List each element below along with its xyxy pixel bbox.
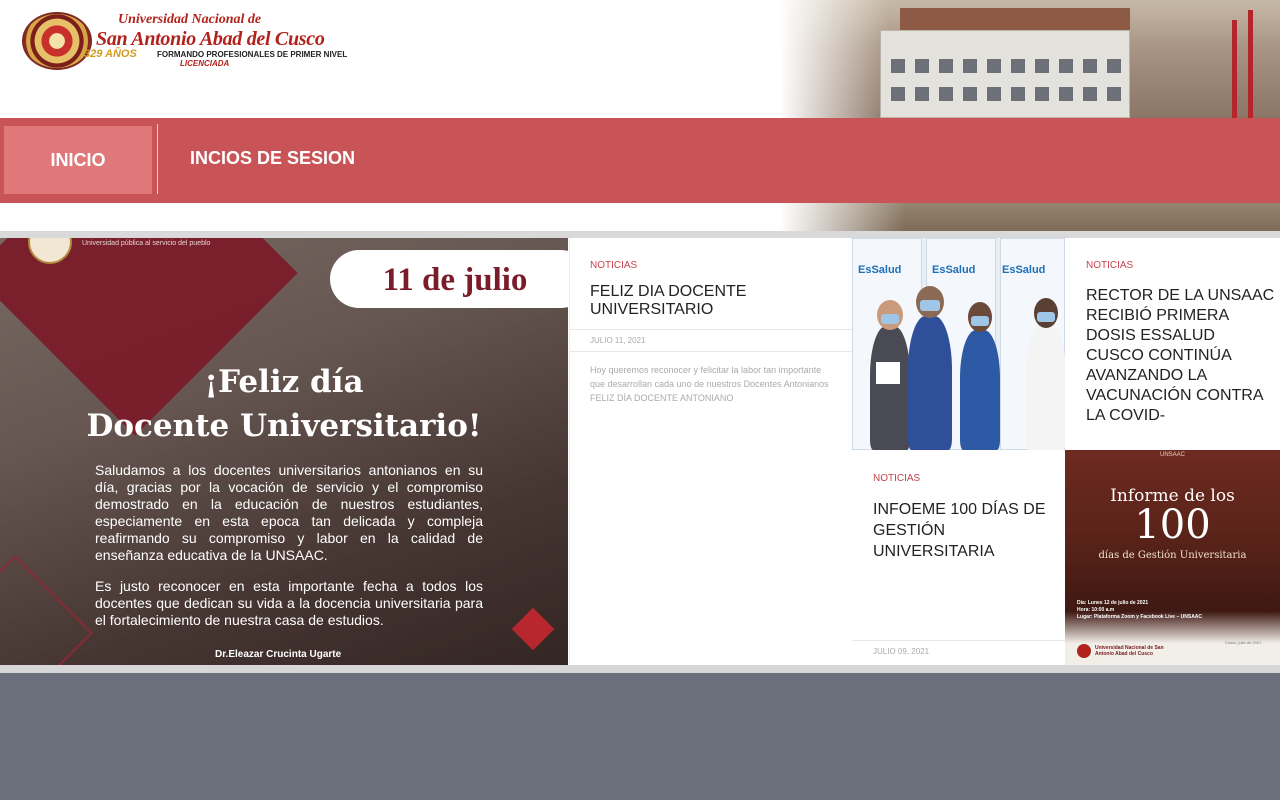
poster-heading-line2: Docente Universitario! [86, 408, 482, 444]
poster-heading: ¡Feliz día Docente Universitario! [0, 360, 568, 448]
news-category-link[interactable]: NOTICIAS [1086, 260, 1133, 271]
person [908, 316, 952, 450]
divider [570, 329, 853, 330]
news-category-link[interactable]: NOTICIAS [590, 260, 637, 271]
informe-time-line: Hora: 10:00 a.m [1077, 607, 1115, 613]
featured-poster[interactable]: Universidad pública al servicio del pueb… [0, 238, 568, 665]
informe-footer-name: Universidad Nacional de San Antonio Abad… [1095, 645, 1164, 657]
red-pillar [1248, 10, 1253, 118]
informe-place-line: Lugar: Plataforma Zoom y Facebook Live –… [1077, 614, 1203, 620]
red-pillar [1232, 20, 1237, 118]
news-grid: Universidad pública al servicio del pueb… [0, 238, 1280, 668]
news-category-link[interactable]: NOTICIAS [873, 473, 920, 484]
poster-university-tag: Universidad pública al servicio del pueb… [82, 240, 211, 247]
poster-heading-line1: ¡Feliz día [204, 364, 364, 400]
logo-line1: Universidad Nacional de [118, 12, 262, 27]
nav-separator [157, 124, 158, 194]
building [880, 30, 1130, 118]
logo-years: 329 AÑOS [84, 48, 137, 60]
news-excerpt: Hoy queremos reconocer y felicitar la la… [590, 365, 829, 403]
nav-item-inicio[interactable]: INICIO [4, 126, 152, 194]
poster-paragraph-1: Saludamos a los docentes universitarios … [95, 462, 483, 563]
person [1026, 324, 1065, 450]
news-card: NOTICIAS FELIZ DIA DOCENTE UNIVERSITARIO… [569, 238, 853, 665]
vaccination-card [876, 362, 900, 384]
divider [570, 351, 853, 352]
essalud-logo: EsSalud [858, 264, 902, 276]
header-strip [0, 203, 1280, 231]
news-date: JULIO 09, 2021 [873, 647, 930, 656]
informe-top: UNSAAC [1159, 452, 1185, 458]
informe-subtitle: días de Gestión Universitaria [1098, 550, 1247, 561]
news-photo-vaccination[interactable]: EsSalud EsSalud EsSalud [852, 238, 1065, 450]
poster-date: 11 de julio [382, 262, 528, 298]
news-date: JULIO 11, 2021 [590, 336, 646, 345]
divider [0, 231, 1280, 238]
news-title-link[interactable]: INFOEME 100 DÍAS DE GESTIÓN UNIVERSITARI… [873, 499, 1058, 562]
header-building-photo [780, 0, 1280, 118]
essalud-logo: EsSalud [1002, 264, 1046, 276]
logo-status: LICENCIADA [180, 59, 230, 68]
main-nav: INICIO INCIOS DE SESION [0, 118, 1280, 203]
news-title-link[interactable]: FELIZ DIA DOCENTE UNIVERSITARIO [590, 283, 840, 319]
informe-seal-icon [1077, 644, 1091, 658]
news-card: NOTICIAS INFOEME 100 DÍAS DE GESTIÓN UNI… [852, 450, 1065, 665]
nav-item-inicios-de-sesion[interactable]: INCIOS DE SESION [190, 148, 355, 169]
news-photo-informe[interactable]: UNSAAC Informe de los 100 días de Gestió… [1065, 450, 1280, 665]
essalud-logo: EsSalud [932, 264, 976, 276]
site-header: Universidad Nacional de San Antonio Abad… [0, 0, 1280, 118]
informe-date-line: Día: Lunes 12 de julio de 2021 [1077, 600, 1149, 606]
informe-number: 100 [1134, 502, 1211, 548]
logo-tagline: FORMANDO PROFESIONALES DE PRIMER NIVEL [157, 50, 348, 59]
poster-signature: Dr.Eleazar Crucinta Ugarte [215, 649, 342, 660]
news-card: NOTICIAS RECTOR DE LA UNSAAC RECIBIÓ PRI… [1065, 238, 1280, 450]
informe-footer-date: Cusco, julio de 2021 [1225, 640, 1262, 645]
person [870, 326, 910, 450]
news-title-link[interactable]: RECTOR DE LA UNSAAC RECIBIÓ PRIMERA DOSI… [1086, 286, 1276, 426]
person [960, 330, 1000, 450]
divider [0, 665, 1280, 673]
poster-paragraph-2: Es justo reconocer en esta importante fe… [95, 578, 483, 628]
divider [852, 640, 1065, 641]
university-seal-logo[interactable] [22, 12, 92, 70]
strip-photo [780, 203, 1280, 231]
